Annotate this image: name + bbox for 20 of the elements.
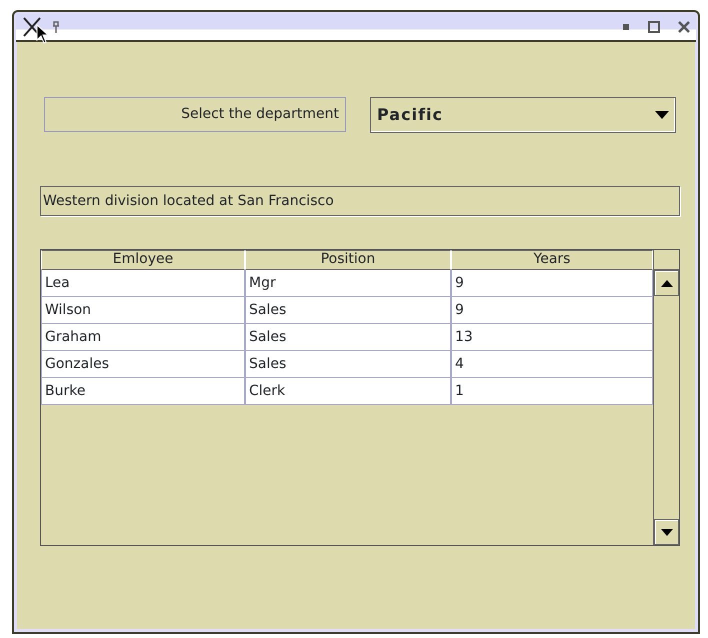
column-header[interactable]: Emloyee [41, 250, 245, 270]
app-icon[interactable] [22, 17, 42, 37]
department-label: Select the department [181, 105, 339, 124]
department-dropdown[interactable]: Pacific [370, 97, 676, 133]
pin-icon[interactable] [52, 21, 60, 33]
scroll-down-button[interactable] [654, 519, 679, 545]
description-field[interactable]: Western division located at San Francisco [40, 186, 680, 216]
table-cell: 1 [451, 378, 653, 405]
maximize-icon[interactable] [648, 21, 660, 33]
table-cell: Clerk [245, 378, 451, 405]
table-cell: Burke [41, 378, 245, 405]
mouse-pointer-icon [36, 24, 50, 44]
close-icon[interactable] [678, 21, 690, 33]
up-arrow-icon [660, 280, 672, 286]
column-header[interactable]: Position [245, 250, 451, 270]
down-arrow-icon [660, 528, 672, 536]
scroll-up-button[interactable] [654, 270, 679, 296]
column-header[interactable]: Years [451, 250, 653, 270]
caret-icon [655, 111, 669, 119]
minimize-icon[interactable] [622, 23, 630, 31]
